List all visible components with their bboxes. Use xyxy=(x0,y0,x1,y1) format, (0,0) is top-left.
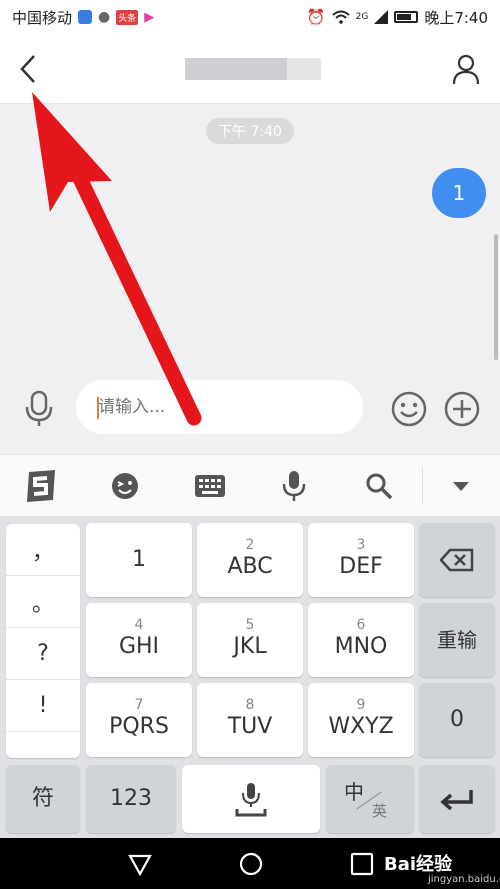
smiley-icon xyxy=(391,391,427,427)
ime-toolbar xyxy=(0,454,500,516)
signal-icon xyxy=(374,10,389,24)
chat-app-icon: ● xyxy=(98,9,111,25)
sogou-logo-icon xyxy=(27,470,55,502)
chevron-left-icon xyxy=(20,55,35,83)
shield-app-icon xyxy=(78,10,93,24)
punct-key-comma[interactable]: ， xyxy=(6,524,80,576)
timestamp-chip: 下午 7:40 xyxy=(206,118,294,144)
key-1[interactable]: 1 xyxy=(86,523,192,597)
plus-circle-icon xyxy=(444,391,480,427)
enter-icon xyxy=(440,790,473,810)
back-triangle-icon[interactable] xyxy=(126,850,154,878)
contact-name-redacted xyxy=(185,58,321,80)
enter-key[interactable] xyxy=(419,765,495,833)
emoji-button[interactable] xyxy=(390,390,428,428)
key-2[interactable]: 2 ABC xyxy=(197,523,303,597)
chat-scrollbar[interactable] xyxy=(494,234,498,360)
triangle-down-icon xyxy=(453,482,469,491)
backspace-key[interactable] xyxy=(419,523,495,597)
profile-button[interactable] xyxy=(450,52,482,86)
toolbar-divider xyxy=(422,467,423,505)
keyboard-icon xyxy=(195,475,225,497)
key-7[interactable]: 7 PQRS xyxy=(86,683,192,757)
key-3[interactable]: 3 DEF xyxy=(308,523,414,597)
video-app-icon: ▶ xyxy=(144,9,155,25)
carrier-label: 中国移动 xyxy=(12,8,73,27)
baidu-jingyan-url: jingyan.baidu.com xyxy=(428,874,500,885)
key-5[interactable]: 5 JKL xyxy=(197,603,303,677)
status-bar: 中国移动 ● 头条 ▶ ⏰ 2G 晚上7:40 xyxy=(0,0,500,34)
key-0[interactable]: 0 xyxy=(419,683,495,757)
text-caret xyxy=(97,397,99,419)
language-switch-label: 中 英 xyxy=(344,780,388,820)
punct-key-question[interactable]: ? xyxy=(6,628,80,680)
reinput-key[interactable]: 重输 xyxy=(419,603,495,677)
battery-icon xyxy=(394,11,419,23)
key-6[interactable]: 6 MNO xyxy=(308,603,414,677)
more-options-button[interactable] xyxy=(443,390,481,428)
microphone-icon xyxy=(282,471,306,501)
person-icon xyxy=(452,54,480,85)
key-4[interactable]: 4 GHI xyxy=(86,603,192,677)
number-switch-key[interactable]: 123 xyxy=(86,765,176,833)
baidu-jingyan-watermark: Bai经验 xyxy=(384,854,453,875)
collapse-keyboard-button[interactable] xyxy=(442,467,480,505)
punct-key-exclaim[interactable]: ! xyxy=(6,680,80,732)
voice-input-button[interactable] xyxy=(20,389,58,427)
t9-keyboard: ， 。 ? ! 1 2 ABC 3 DEF 4 GHI 5 JKL 6 MNO … xyxy=(0,516,500,838)
chat-header xyxy=(0,34,500,104)
toutiao-app-badge: 头条 xyxy=(116,9,139,25)
alarm-icon: ⏰ xyxy=(306,8,326,26)
sogou-logo-button[interactable] xyxy=(22,467,60,505)
wink-face-icon xyxy=(112,473,138,499)
ime-voice-button[interactable] xyxy=(275,467,313,505)
sent-message-bubble[interactable]: 1 xyxy=(432,168,486,218)
back-button[interactable] xyxy=(14,52,44,86)
space-mic-icon xyxy=(235,783,267,817)
home-circle-icon[interactable] xyxy=(237,850,265,878)
microphone-icon xyxy=(25,390,53,426)
wifi-icon xyxy=(331,10,350,24)
message-input[interactable] xyxy=(76,380,363,434)
system-nav-bar: Bai经验 jingyan.baidu.com xyxy=(0,838,500,889)
message-input-bar xyxy=(0,376,500,440)
key-9[interactable]: 9 WXYZ xyxy=(308,683,414,757)
ime-emoji-button[interactable] xyxy=(106,467,144,505)
language-switch-key[interactable]: 中 英 xyxy=(326,765,414,833)
keyboard-switch-button[interactable] xyxy=(191,467,229,505)
ime-search-button[interactable] xyxy=(360,467,398,505)
punctuation-column[interactable]: ， 。 ? ! xyxy=(6,524,80,758)
search-icon xyxy=(366,473,393,500)
clock-label: 晚上7:40 xyxy=(424,8,488,27)
space-key[interactable] xyxy=(182,765,320,833)
symbol-key[interactable]: 符 xyxy=(6,765,80,833)
backspace-icon xyxy=(440,548,474,572)
network-type-label: 2G xyxy=(355,12,369,22)
punct-key-period[interactable]: 。 xyxy=(6,576,80,628)
recents-square-icon[interactable] xyxy=(348,850,376,878)
key-8[interactable]: 8 TUV xyxy=(197,683,303,757)
